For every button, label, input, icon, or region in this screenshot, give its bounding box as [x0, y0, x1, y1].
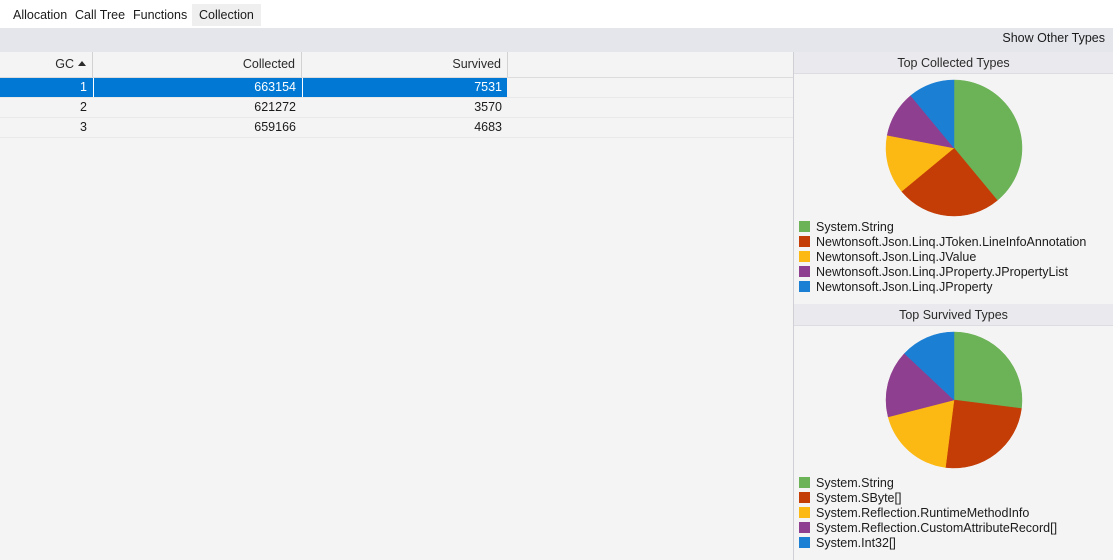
legend-item: System.Int32[]: [794, 536, 1113, 551]
cell-gc: 1: [0, 78, 93, 97]
cell-collected-value: 659166: [254, 120, 296, 134]
column-header-survived-label: Survived: [452, 57, 501, 71]
tab-functions[interactable]: Functions: [126, 4, 194, 26]
legend-swatch: [799, 251, 810, 262]
grid-body: 1 663154 7531 2 621272 3570 3 659166 468…: [0, 78, 793, 560]
column-header-collected[interactable]: Collected: [93, 52, 302, 77]
cell-gc-value: 3: [80, 120, 87, 134]
show-other-types-label: Show Other Types: [1002, 31, 1105, 45]
top-survived-types-title: Top Survived Types: [899, 308, 1008, 322]
tab-collection[interactable]: Collection: [192, 4, 261, 26]
toolbar: Show Other Types: [0, 28, 1113, 52]
table-row[interactable]: 3 659166 4683: [0, 118, 793, 138]
top-survived-types-chart: [794, 326, 1113, 474]
pie-slice: [944, 399, 1022, 469]
top-survived-types-header: Top Survived Types: [794, 304, 1113, 326]
tab-call-tree-label: Call Tree: [75, 8, 126, 22]
legend-swatch: [799, 522, 810, 533]
sort-ascending-icon: [78, 61, 86, 67]
legend-item-label: Newtonsoft.Json.Linq.JProperty: [816, 280, 993, 294]
column-header-survived[interactable]: Survived: [302, 52, 508, 77]
legend-swatch: [799, 507, 810, 518]
tab-allocation[interactable]: Allocation: [6, 4, 74, 26]
cell-gc: 2: [0, 98, 93, 117]
table-row[interactable]: 2 621272 3570: [0, 98, 793, 118]
legend-item-label: System.Reflection.CustomAttributeRecord[…: [816, 521, 1058, 535]
legend-swatch: [799, 492, 810, 503]
legend-item: System.String: [794, 220, 1113, 235]
cell-survived-value: 7531: [474, 80, 502, 94]
tab-functions-label: Functions: [133, 8, 188, 22]
column-header-gc[interactable]: GC: [0, 52, 93, 77]
top-survived-types-panel: Top Survived Types System.String System.S…: [793, 304, 1113, 560]
legend-item-label: System.Int32[]: [816, 536, 896, 550]
collection-grid: GC Collected Survived 1 663154 7531 2 62…: [0, 52, 793, 560]
pie-chart-collected: [885, 79, 1022, 217]
top-collected-types-title: Top Collected Types: [897, 56, 1010, 70]
legend-item-label: System.Reflection.RuntimeMethodInfo: [816, 506, 1030, 520]
legend-item-label: System.String: [816, 476, 894, 490]
top-collected-types-panel: Top Collected Types System.String Newtons…: [793, 52, 1113, 304]
legend-item: System.Reflection.CustomAttributeRecord[…: [794, 521, 1113, 536]
legend-survived: System.String System.SByte[] System.Reflec…: [794, 476, 1113, 551]
column-header-filler: [508, 52, 793, 77]
legend-item: Newtonsoft.Json.Linq.JValue: [794, 250, 1113, 265]
top-collected-types-chart: [794, 74, 1113, 222]
legend-swatch: [799, 537, 810, 548]
cell-collected: 621272: [93, 98, 302, 117]
cell-survived: 4683: [302, 118, 508, 137]
legend-item: Newtonsoft.Json.Linq.JProperty.JProperty…: [794, 265, 1113, 280]
cell-collected-value: 663154: [254, 80, 296, 94]
legend-swatch: [799, 477, 810, 488]
cell-collected: 659166: [93, 118, 302, 137]
cell-gc-value: 2: [80, 100, 87, 114]
cell-survived: 7531: [302, 78, 508, 97]
grid-header-row: GC Collected Survived: [0, 52, 793, 78]
cell-survived-value: 3570: [474, 100, 502, 114]
legend-item-label: System.String: [816, 220, 894, 234]
legend-collected: System.String Newtonsoft.Json.Linq.JToken…: [794, 220, 1113, 295]
table-row[interactable]: 1 663154 7531: [0, 78, 793, 98]
tab-strip: Allocation Call Tree Functions Collectio…: [0, 0, 1113, 28]
legend-item: System.Reflection.RuntimeMethodInfo: [794, 506, 1113, 521]
legend-item: System.String: [794, 476, 1113, 491]
legend-item-label: System.SByte[]: [816, 491, 902, 505]
column-header-collected-label: Collected: [242, 57, 295, 71]
tab-allocation-label: Allocation: [13, 8, 68, 22]
cell-survived-value: 4683: [474, 120, 502, 134]
cell-survived: 3570: [302, 98, 508, 117]
pie-slice: [953, 331, 1022, 409]
legend-item: Newtonsoft.Json.Linq.JToken.LineInfoAnno…: [794, 235, 1113, 250]
legend-item: System.SByte[]: [794, 491, 1113, 506]
tab-collection-label: Collection: [199, 8, 254, 22]
legend-item-label: Newtonsoft.Json.Linq.JToken.LineInfoAnno…: [816, 235, 1087, 249]
cell-gc-value: 1: [80, 80, 87, 94]
legend-swatch: [799, 221, 810, 232]
legend-swatch: [799, 266, 810, 277]
legend-item-label: Newtonsoft.Json.Linq.JValue: [816, 250, 977, 264]
pie-chart-survived: [885, 331, 1022, 469]
legend-item-label: Newtonsoft.Json.Linq.JProperty.JProperty…: [816, 265, 1068, 279]
column-header-gc-label: GC: [55, 57, 74, 71]
show-other-types-link[interactable]: Show Other Types: [1002, 31, 1105, 45]
legend-item: Newtonsoft.Json.Linq.JProperty: [794, 280, 1113, 295]
legend-swatch: [799, 236, 810, 247]
legend-swatch: [799, 281, 810, 292]
tab-call-tree[interactable]: Call Tree: [68, 4, 132, 26]
cell-gc: 3: [0, 118, 93, 137]
cell-collected: 663154: [93, 78, 302, 97]
cell-collected-value: 621272: [254, 100, 296, 114]
top-collected-types-header: Top Collected Types: [794, 52, 1113, 74]
